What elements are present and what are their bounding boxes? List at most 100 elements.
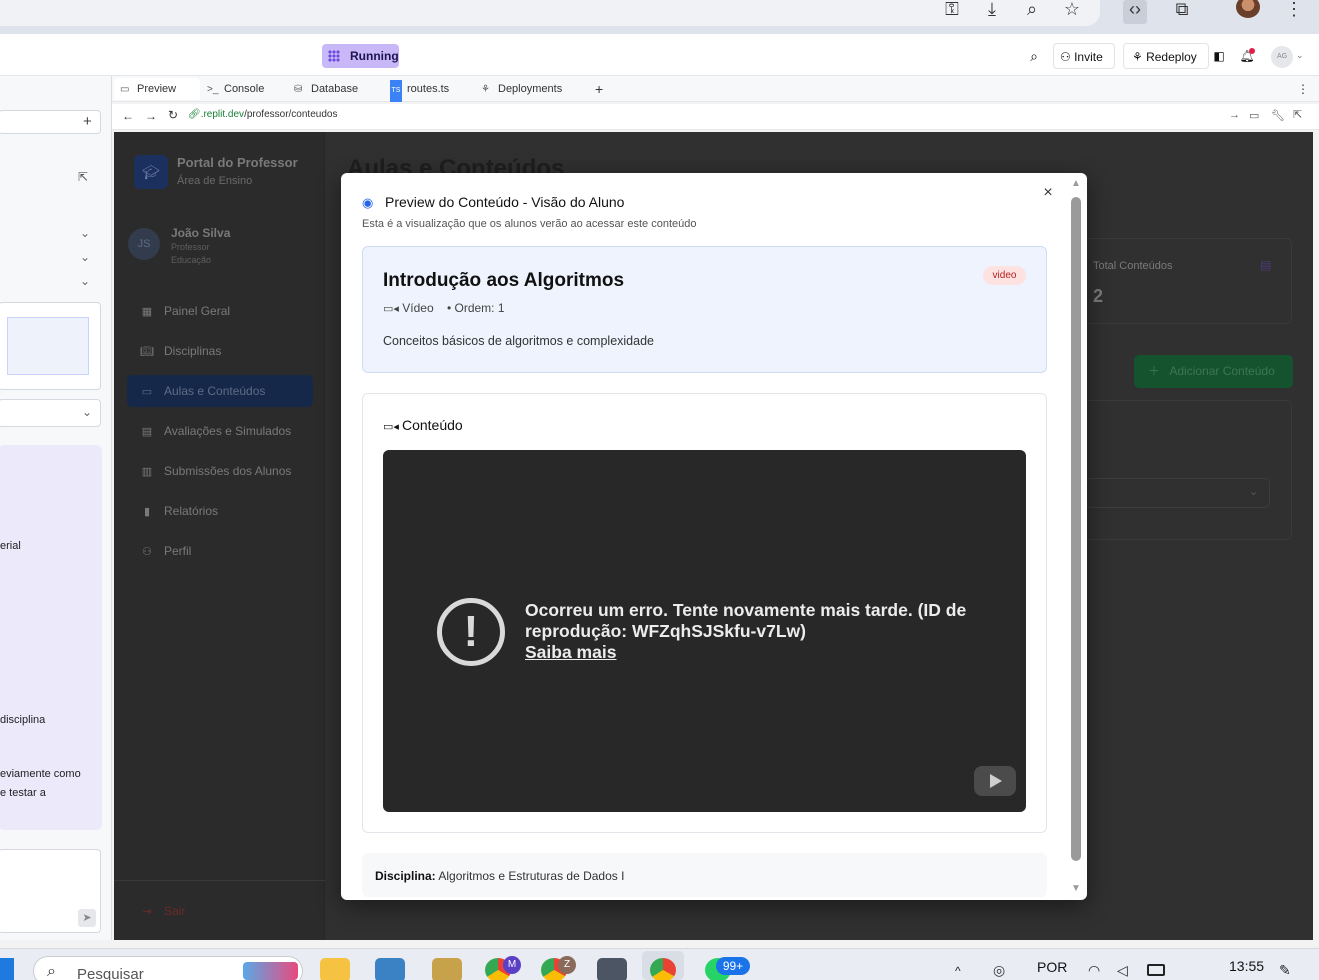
chevron-down-icon[interactable]: ⌄ xyxy=(80,274,90,288)
content-heading: ▭◂ Conteúdo xyxy=(383,417,463,433)
wifi-icon[interactable]: ◠ xyxy=(1088,962,1100,979)
more-options-icon[interactable]: ⋮ xyxy=(1291,78,1309,100)
zoom-icon[interactable]: ⌕ xyxy=(1020,0,1044,24)
language-indicator[interactable]: POR xyxy=(1037,959,1067,975)
video-icon: ▭◂ xyxy=(383,303,399,315)
agent-text-line: erial xyxy=(0,540,21,552)
deploy-icon: ⚘ xyxy=(1132,50,1147,64)
search-icon[interactable]: ⌕ xyxy=(1024,43,1044,69)
open-new-window-icon[interactable]: ⇱ xyxy=(1293,108,1302,121)
chevron-down-icon[interactable]: ⌄ xyxy=(80,226,90,240)
user-name: João Silva xyxy=(171,226,231,240)
address-bar[interactable] xyxy=(0,0,1100,26)
password-key-icon[interactable]: ⚿ xyxy=(940,0,964,24)
chevron-down-icon[interactable]: ⌄ xyxy=(80,250,90,264)
taskbar-search-placeholder: Pesquisar xyxy=(77,966,144,980)
preview-url[interactable]: 🔗︎.replit.dev/professor/conteudos xyxy=(188,109,337,120)
notification-count-badge: 99+ xyxy=(716,957,750,975)
chrome-profile-z-icon: Z xyxy=(558,956,576,974)
wrench-icon[interactable]: 🔧︎ xyxy=(1271,109,1285,122)
agent-text-line: e testar a xyxy=(0,787,46,799)
back-arrow-icon[interactable]: ← xyxy=(122,109,134,123)
nav-avaliacoes[interactable]: ▤ Avaliações e Simulados xyxy=(140,415,310,447)
lesson-description: Conceitos básicos de algoritmos e comple… xyxy=(383,334,654,348)
nav-submissoes[interactable]: ▥ Submissões dos Alunos xyxy=(140,455,310,487)
logout-icon: ⇥ xyxy=(142,906,152,918)
replit-header xyxy=(0,34,1319,76)
send-icon[interactable]: ➤ xyxy=(78,909,96,927)
close-icon[interactable]: × xyxy=(1040,184,1056,202)
learn-more-link[interactable]: Saiba mais xyxy=(525,642,616,663)
scrollbar-thumb[interactable] xyxy=(1071,197,1081,861)
stat-card xyxy=(1080,238,1292,324)
chevron-down-icon: ⌄ xyxy=(82,405,93,419)
chevron-down-icon[interactable]: ⌄ xyxy=(1296,50,1304,61)
filter-select[interactable] xyxy=(1086,478,1270,508)
user-avatar[interactable]: AG xyxy=(1271,46,1293,68)
browser-menu-icon[interactable]: ⋮ xyxy=(1282,0,1306,24)
lock-app-icon[interactable] xyxy=(432,958,462,980)
nav-perfil[interactable]: ⚇ Perfil xyxy=(140,535,310,567)
battery-icon[interactable] xyxy=(1147,964,1165,976)
chrome-icon[interactable] xyxy=(650,958,676,980)
eye-icon: ◉ xyxy=(362,195,374,210)
tab-routes-ts[interactable]: TS routes.ts xyxy=(384,78,474,102)
discipline-info: Disciplina: Algoritmos e Estruturas de D… xyxy=(375,869,625,883)
devices-icon[interactable]: ▭ xyxy=(1249,109,1259,122)
agent-text-line: eviamente como xyxy=(0,768,81,780)
plus-icon[interactable]: + xyxy=(83,113,92,130)
extensions-puzzle-icon[interactable]: ⧉ xyxy=(1170,0,1194,24)
search-icon: ⌕ xyxy=(47,963,56,980)
scroll-up-arrow-icon[interactable]: ▲ xyxy=(1069,178,1083,190)
nav-relatorios[interactable]: ▮ Relatórios xyxy=(140,495,310,527)
add-user-icon: ⚇ xyxy=(1060,50,1075,64)
new-tab-plus-icon[interactable]: + xyxy=(589,78,609,100)
install-app-icon[interactable]: ⤓ xyxy=(980,0,1004,24)
nav-aulas-conteudos[interactable]: ▭ Aulas e Conteúdos xyxy=(140,375,310,407)
document-icon: ▤ xyxy=(141,426,153,438)
photos-app-icon[interactable] xyxy=(375,958,405,980)
speaker-icon[interactable]: ◁ xyxy=(1117,962,1128,979)
thumbnail-image xyxy=(7,317,89,375)
run-status-label: Running xyxy=(350,49,399,63)
notifications-icon[interactable]: ✎ xyxy=(1279,962,1291,979)
add-content-button[interactable]: ＋ Adicionar Conteúdo xyxy=(1134,355,1293,388)
deploy-icon: ⚘ xyxy=(481,84,490,95)
clipboard-icon: ▥ xyxy=(141,466,153,478)
notification-bell-icon[interactable]: 🔔︎ xyxy=(1239,43,1255,69)
content-type-badge: video xyxy=(983,266,1026,285)
go-arrow-icon[interactable]: → xyxy=(1229,109,1240,121)
grid-icon xyxy=(328,50,340,62)
user-icon: ⚇ xyxy=(142,546,152,558)
redeploy-button[interactable]: ⚘ Redeploy xyxy=(1123,43,1209,69)
tab-database[interactable]: ⛁ Database xyxy=(288,78,380,100)
bookmark-star-icon[interactable]: ☆ xyxy=(1060,0,1084,24)
tab-console[interactable]: >_ Console xyxy=(201,78,287,100)
deploy-status-icon[interactable]: ◧ xyxy=(1211,43,1227,69)
search-highlight-icon xyxy=(243,962,298,980)
error-exclamation-icon: ! xyxy=(437,598,505,666)
taskbar-clock[interactable]: 13:55 xyxy=(1229,958,1264,974)
logout-link[interactable]: ⇥ Sair xyxy=(140,895,310,927)
tab-preview[interactable]: ▭ Preview xyxy=(114,78,200,100)
devtools-extension-icon[interactable]: ‹› xyxy=(1123,0,1147,24)
calculator-icon[interactable] xyxy=(597,958,627,980)
page-title: Aulas e Conteúdos xyxy=(347,155,565,173)
nav-disciplinas[interactable]: 📖︎ Disciplinas xyxy=(140,335,310,367)
windows-start-icon[interactable] xyxy=(0,958,14,980)
brand-title: Portal do Professor xyxy=(177,155,298,170)
open-external-icon[interactable]: ⇱ xyxy=(78,170,88,184)
hotspot-icon[interactable]: ◎ xyxy=(993,962,1005,979)
reload-icon[interactable]: ↻ xyxy=(168,108,178,122)
scroll-down-arrow-icon[interactable]: ▼ xyxy=(1069,883,1083,895)
invite-button[interactable]: ⚇ Invite xyxy=(1053,43,1115,69)
tab-deployments[interactable]: ⚘ Deployments xyxy=(475,78,585,100)
youtube-play-icon[interactable] xyxy=(974,766,1016,796)
nav-painel-geral[interactable]: ▦ Painel Geral xyxy=(140,295,310,327)
forward-arrow-icon[interactable]: → xyxy=(145,109,157,123)
video-error-message: Ocorreu um erro. Tente novamente mais ta… xyxy=(525,600,967,641)
notification-dot xyxy=(1249,48,1255,54)
preview-thumbnail-card[interactable] xyxy=(0,302,101,390)
file-explorer-icon[interactable] xyxy=(320,958,350,980)
chevron-up-icon[interactable]: ^ xyxy=(955,964,961,978)
